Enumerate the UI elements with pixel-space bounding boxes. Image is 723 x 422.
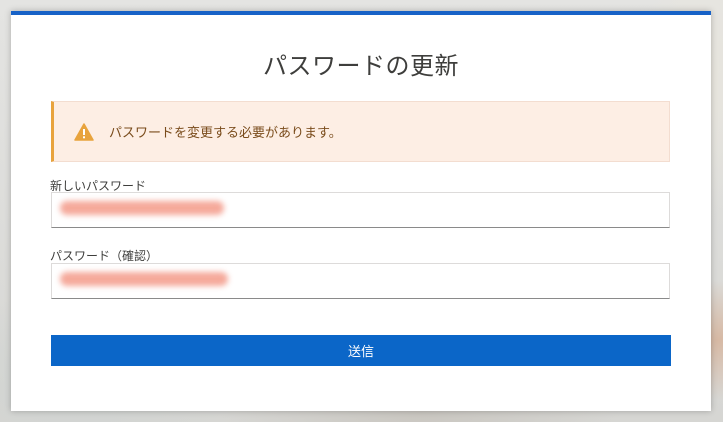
new-password-masked-value [60, 201, 224, 215]
confirm-password-input[interactable] [51, 263, 670, 299]
new-password-input[interactable] [51, 192, 670, 228]
dialog-title: パスワードの更新 [263, 52, 459, 80]
confirm-password-masked-value [60, 272, 228, 286]
warning-alert: パスワードを変更する必要があります。 [51, 101, 670, 162]
password-update-dialog: パスワードの更新 パスワードを変更する必要があります。 新しいパスワード パスワ… [11, 11, 711, 411]
warning-icon [73, 121, 95, 143]
submit-button[interactable]: 送信 [51, 335, 671, 366]
alert-message: パスワードを変更する必要があります。 [109, 126, 342, 141]
confirm-password-label: パスワード（確認） [50, 249, 159, 263]
